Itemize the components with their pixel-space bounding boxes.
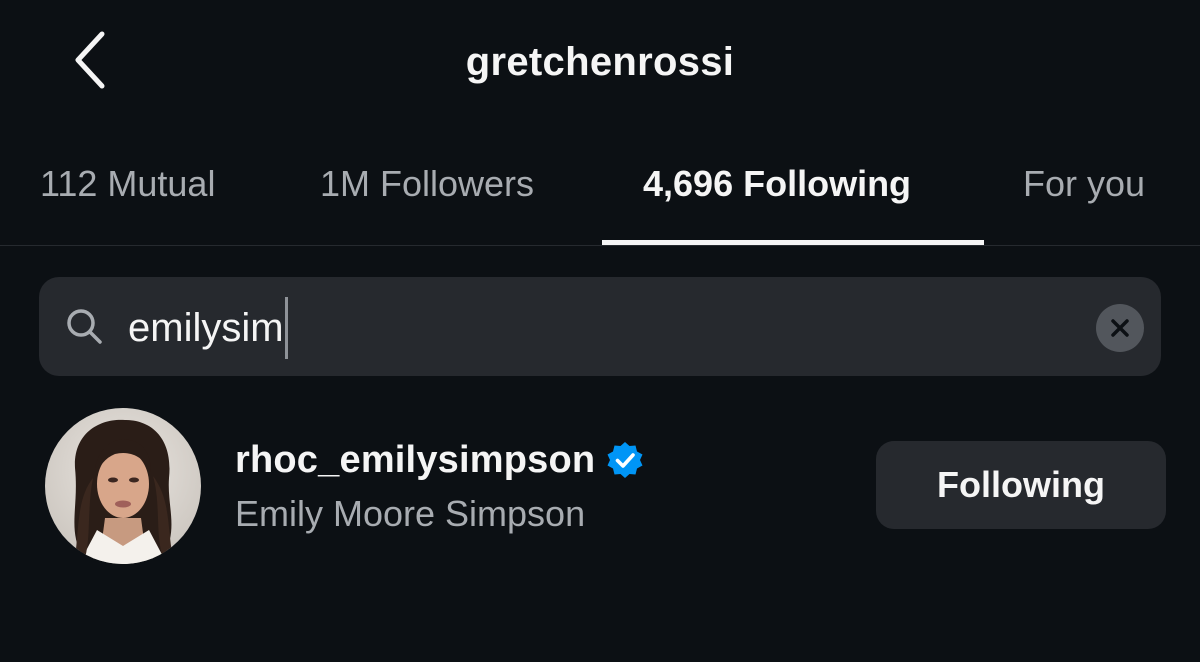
active-tab-indicator (602, 240, 984, 245)
username-line: rhoc_emilysimpson (235, 435, 645, 485)
full-name: Emily Moore Simpson (235, 493, 586, 534)
top-bar: gretchenrossi (0, 0, 1200, 125)
verified-badge-icon (607, 442, 643, 478)
tab-mutual[interactable]: 112 Mutual (40, 158, 215, 245)
tab-following[interactable]: 4,696 Following (643, 158, 911, 245)
search-input[interactable]: emilysim (128, 297, 288, 359)
tab-for-you[interactable]: For you (1023, 158, 1145, 245)
tab-bar: 112 Mutual 1M Followers 4,696 Following … (0, 140, 1200, 246)
avatar[interactable] (45, 408, 201, 564)
page-title: gretchenrossi (465, 40, 735, 84)
following-button[interactable]: Following (876, 441, 1166, 529)
clear-search-button[interactable] (1096, 304, 1144, 352)
tab-followers[interactable]: 1M Followers (320, 158, 534, 245)
text-caret (284, 297, 288, 359)
username[interactable]: rhoc_emilysimpson (235, 439, 595, 482)
search-input-text: emilysim (128, 305, 284, 350)
list-item[interactable]: rhoc_emilysimpson Emily Moore Simpson Fo… (0, 400, 1200, 570)
avatar-photo (45, 408, 201, 564)
search-icon (67, 309, 102, 344)
close-icon (1111, 319, 1129, 337)
